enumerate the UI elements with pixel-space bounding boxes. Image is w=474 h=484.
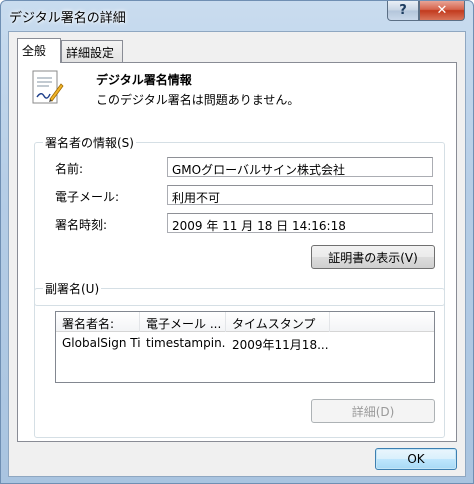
countersignature-legend: 副署名(U) <box>43 280 102 297</box>
help-button[interactable]: ? <box>387 1 419 21</box>
cell-signer: GlobalSign Ti... <box>62 336 140 350</box>
email-label: 電子メール: <box>55 190 120 204</box>
view-certificate-button[interactable]: 証明書の表示(V) <box>311 245 435 269</box>
signature-info-title: デジタル署名情報 <box>96 73 192 87</box>
tab-advanced[interactable]: 詳細設定 <box>61 40 123 62</box>
ok-button[interactable]: OK <box>375 448 457 470</box>
title-bar[interactable]: デジタル署名の詳細 ? ✕ <box>1 1 473 29</box>
column-header-signer[interactable]: 署名者名: <box>56 312 140 332</box>
column-header-email[interactable]: 電子メール ... <box>140 312 226 332</box>
signing-time-label: 署名時刻: <box>55 218 108 232</box>
countersignature-group: 副署名(U) 署名者名: 電子メール ... タイムスタンプ GlobalSig… <box>34 280 445 438</box>
details-button[interactable]: 詳細(D) <box>311 399 435 423</box>
column-header-timestamp[interactable]: タイムスタンプ <box>226 312 330 332</box>
signature-document-icon <box>32 70 64 104</box>
dialog-client-area: 全般 詳細設定 デジタル署名情報 このデジタル署名は問題ありません。 署名者の情… <box>8 31 466 477</box>
list-header: 署名者名: 電子メール ... タイムスタンプ <box>56 312 434 332</box>
close-icon: ✕ <box>436 3 448 18</box>
signature-status-text: このデジタル署名は問題ありません。 <box>96 93 300 107</box>
cell-timestamp: 2009年11月18... <box>232 338 329 352</box>
list-item[interactable]: GlobalSign Ti... timestampin... 2009年11月… <box>56 336 434 354</box>
cell-email: timestampin... <box>146 336 226 350</box>
countersignature-list[interactable]: 署名者名: 電子メール ... タイムスタンプ GlobalSign Ti...… <box>55 311 435 383</box>
name-field[interactable]: GMOグローバルサイン株式会社 <box>167 157 433 177</box>
window-title: デジタル署名の詳細 <box>9 11 126 26</box>
email-field[interactable]: 利用不可 <box>167 185 433 205</box>
close-button[interactable]: ✕ <box>419 1 465 21</box>
signer-info-legend: 署名者の情報(S) <box>43 134 136 151</box>
dialog-window: デジタル署名の詳細 ? ✕ 全般 詳細設定 デジタル署名情報 このデジタル署名は… <box>0 0 474 484</box>
tab-general[interactable]: 全般 <box>17 38 61 63</box>
name-label: 名前: <box>55 162 84 176</box>
tab-panel-general: デジタル署名情報 このデジタル署名は問題ありません。 署名者の情報(S) 名前:… <box>17 62 457 442</box>
signing-time-field[interactable]: 2009 年 11 月 18 日 14:16:18 <box>167 213 433 233</box>
help-icon: ? <box>399 3 407 18</box>
